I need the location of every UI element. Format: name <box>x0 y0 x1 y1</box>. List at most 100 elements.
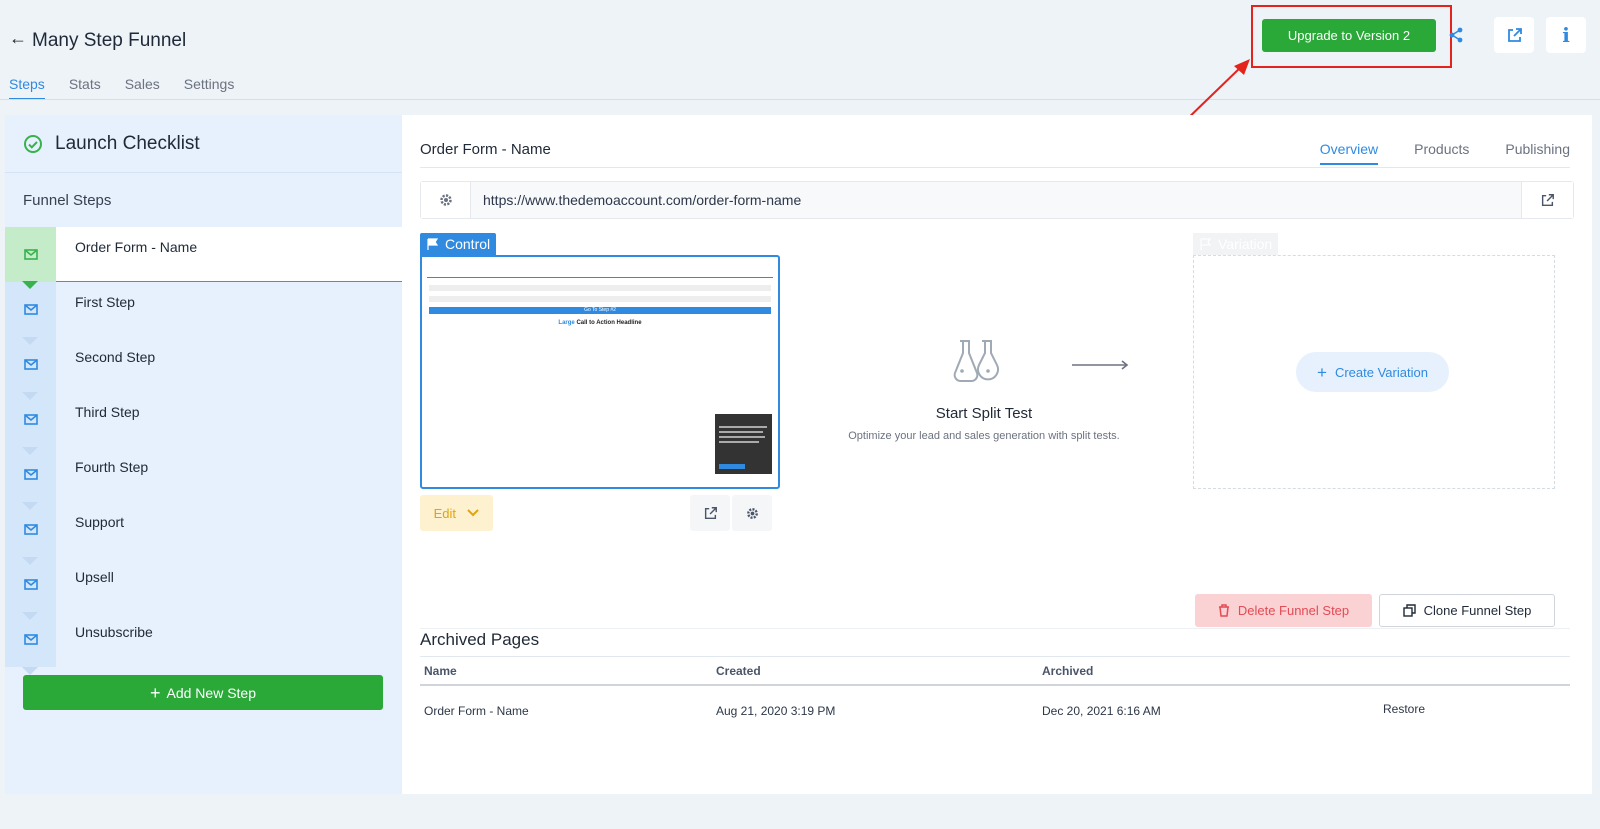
step-label: Fourth Step <box>75 459 149 475</box>
upgrade-button[interactable]: Upgrade to Version 2 <box>1262 19 1436 52</box>
edit-label: Edit <box>433 505 457 521</box>
preview-open-button[interactable] <box>690 495 730 531</box>
edit-dropdown-button[interactable]: Edit <box>420 495 493 531</box>
mail-icon <box>23 304 38 315</box>
sidebar: Launch Checklist Funnel Steps Order Form… <box>5 115 402 794</box>
funnel-step-second-step[interactable]: Second Step <box>5 337 402 400</box>
tab-settings[interactable]: Settings <box>184 76 235 100</box>
step-subtabs: Overview Products Publishing <box>1284 141 1570 165</box>
preview-headline: Large Call to Action Headline <box>422 320 778 326</box>
mail-icon <box>23 359 38 370</box>
delete-label: Delete Funnel Step <box>1237 603 1350 618</box>
step-connector-icon <box>22 557 38 565</box>
step-main-panel: Order Form - Name Overview Products Publ… <box>402 115 1592 794</box>
mail-icon <box>23 249 38 260</box>
share-icon <box>1449 27 1463 43</box>
gear-icon <box>439 194 452 206</box>
split-test-description: Optimize your lead and sales generation … <box>848 430 1120 442</box>
archived-header-top-line <box>420 656 1570 657</box>
variation-placeholder: + Create Variation <box>1193 255 1555 489</box>
header-divider <box>0 99 1600 100</box>
preview-input <box>429 285 771 291</box>
funnel-title: Many Step Funnel <box>32 30 187 51</box>
arrow-right-icon <box>1072 360 1129 370</box>
check-circle-icon <box>24 134 42 153</box>
mail-icon <box>23 469 38 480</box>
archived-pages-title: Archived Pages <box>420 630 540 649</box>
flag-outline-icon <box>1200 237 1212 250</box>
title-divider <box>420 167 1570 168</box>
preview-headline-rest: Call to Action Headline <box>576 320 642 326</box>
step-connector-icon <box>22 612 38 620</box>
preview-settings-button[interactable] <box>732 495 772 531</box>
archived-name: Order Form - Name <box>424 704 529 718</box>
step-label: First Step <box>75 294 135 310</box>
mail-icon <box>23 414 38 425</box>
step-connector-icon <box>22 392 38 400</box>
preview-cookie-popup <box>715 414 772 474</box>
open-funnel-button[interactable] <box>1494 17 1534 53</box>
restore-link[interactable]: Restore <box>1383 702 1425 716</box>
funnel-step-upsell[interactable]: Upsell <box>5 557 402 620</box>
page-url[interactable]: https://www.thedemoaccount.com/order-for… <box>483 192 801 208</box>
url-settings-button[interactable] <box>421 182 471 218</box>
tab-products[interactable]: Products <box>1414 141 1469 165</box>
column-header-name: Name <box>424 664 457 678</box>
plus-icon: + <box>1317 362 1327 382</box>
tab-steps[interactable]: Steps <box>9 76 45 100</box>
flask-icon <box>953 340 999 382</box>
page-title: Order Form - Name <box>420 141 551 158</box>
preview-input <box>429 296 771 302</box>
step-label: Order Form - Name <box>75 239 198 255</box>
share-button[interactable] <box>1442 17 1470 53</box>
tab-publishing[interactable]: Publishing <box>1505 141 1570 165</box>
control-label: Control <box>445 236 491 252</box>
checklist-title: Launch Checklist <box>55 132 200 154</box>
open-url-button[interactable] <box>1521 182 1573 218</box>
plus-icon: + <box>149 682 161 703</box>
tab-sales[interactable]: Sales <box>125 76 160 100</box>
funnel-step-order-form-name[interactable]: Order Form - Name <box>5 227 402 289</box>
clone-funnel-step-button[interactable]: Clone Funnel Step <box>1379 594 1555 627</box>
preview-headline-prefix: Large <box>558 320 575 326</box>
funnel-step-support[interactable]: Support <box>5 502 402 565</box>
step-connector-icon <box>22 667 38 675</box>
copy-icon <box>1402 604 1416 617</box>
clone-label: Clone Funnel Step <box>1423 603 1532 618</box>
step-label: Third Step <box>75 404 140 420</box>
control-page-preview[interactable]: Go To Step #2 Large Call to Action Headl… <box>420 255 780 489</box>
mail-icon <box>23 524 38 535</box>
funnel-step-third-step[interactable]: Third Step <box>5 392 402 455</box>
back-arrow-icon[interactable]: ← <box>9 28 27 49</box>
preview-progress-line <box>427 277 773 278</box>
external-link-icon <box>1507 27 1522 42</box>
step-label: Support <box>75 514 125 530</box>
step-connector-icon <box>22 281 38 289</box>
launch-checklist[interactable]: Launch Checklist <box>5 115 402 173</box>
tab-stats[interactable]: Stats <box>69 76 101 100</box>
funnel-steps-heading: Funnel Steps <box>23 191 112 209</box>
funnel-step-fourth-step[interactable]: Fourth Step <box>5 447 402 510</box>
archived-divider <box>420 628 1570 629</box>
delete-funnel-step-button[interactable]: Delete Funnel Step <box>1195 594 1372 627</box>
preview-cta-button: Go To Step #2 <box>429 307 771 314</box>
create-variation-label: Create Variation <box>1334 364 1428 380</box>
funnel-step-first-step[interactable]: First Step <box>5 282 402 345</box>
funnel-step-unsubscribe[interactable]: Unsubscribe <box>5 612 402 675</box>
archived-date: Dec 20, 2021 6:16 AM <box>1042 704 1161 718</box>
funnel-step-list: Order Form - Name First Step Second Step… <box>5 227 402 675</box>
create-variation-button[interactable]: + Create Variation <box>1296 352 1449 392</box>
add-new-step-button[interactable]: + Add New Step <box>23 675 383 710</box>
archived-created: Aug 21, 2020 3:19 PM <box>716 704 836 718</box>
mail-icon <box>23 579 38 590</box>
tab-overview[interactable]: Overview <box>1319 141 1379 165</box>
add-step-label: Add New Step <box>166 684 257 701</box>
split-test-title[interactable]: Start Split Test <box>834 405 1134 422</box>
info-icon: i <box>1562 23 1570 47</box>
flag-icon <box>427 237 439 250</box>
step-label: Unsubscribe <box>75 624 153 640</box>
split-test-info: Start Split Test Optimize your lead and … <box>834 397 1134 442</box>
page-url-bar: https://www.thedemoaccount.com/order-for… <box>420 181 1574 219</box>
column-header-archived: Archived <box>1042 664 1094 678</box>
info-button[interactable]: i <box>1546 17 1586 53</box>
